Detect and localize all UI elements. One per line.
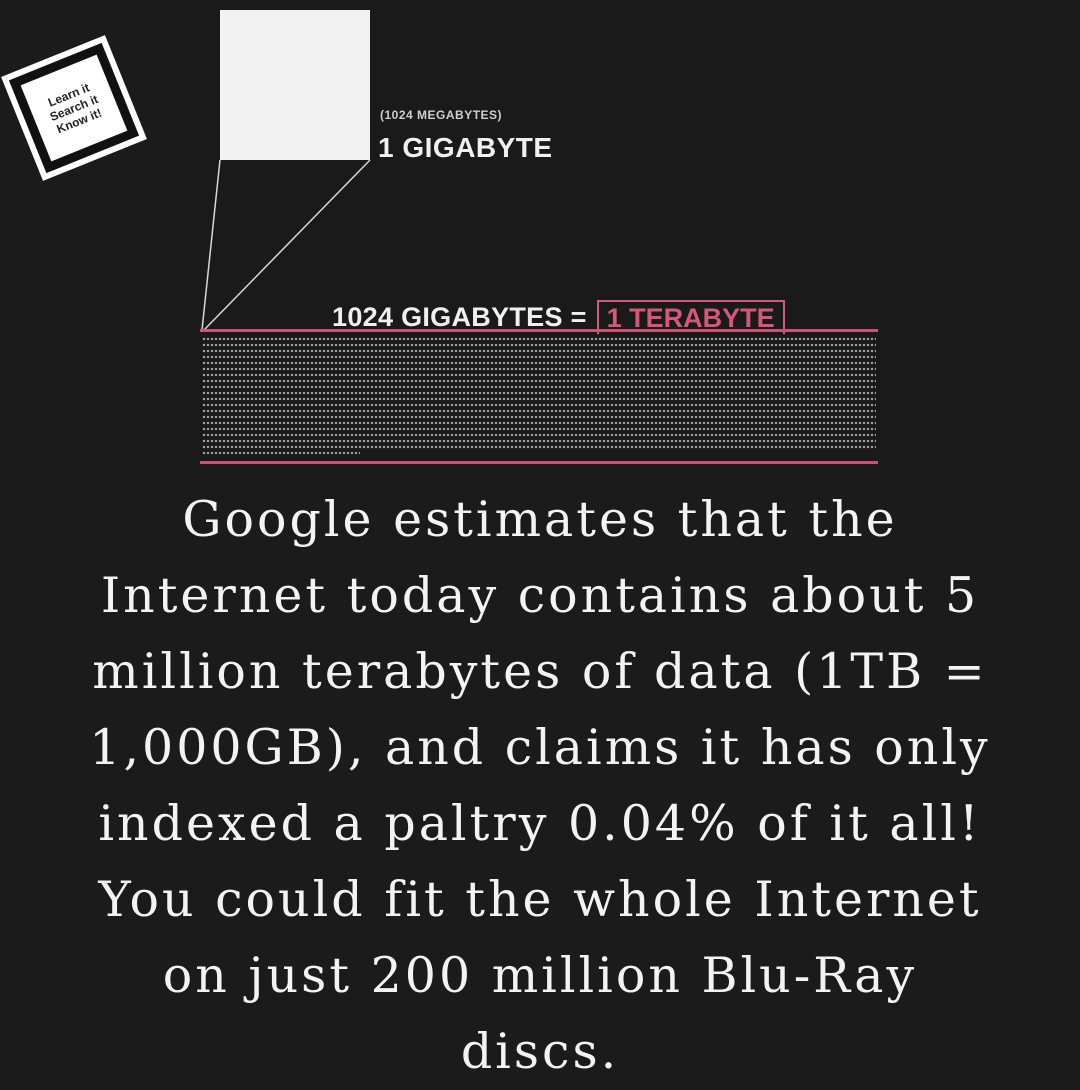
gigabyte-dot-grid <box>202 336 876 456</box>
gigabyte-square <box>220 10 370 160</box>
caption-line-5: indexed a paltry 0.04% of it all! <box>98 795 982 852</box>
storage-infographic: (1024 MEGABYTES) 1 GIGABYTE 1024 GIGABYT… <box>198 0 882 470</box>
top-divider <box>200 329 878 332</box>
caption-line-1: Google estimates that the <box>182 491 898 548</box>
caption-line-3: million terabytes of data (1TB = <box>92 643 988 700</box>
fact-caption: Google estimates that the Internet today… <box>30 482 1050 1090</box>
grid-remainder-mask <box>360 449 880 459</box>
logo-frame: Learn it Search it Know it! <box>8 42 140 174</box>
caption-line-8: discs. <box>460 1023 620 1080</box>
caption-line-7: on just 200 million Blu-Ray <box>162 947 918 1004</box>
gigabyte-label: 1 GIGABYTE <box>378 132 553 163</box>
logo: Learn it Search it Know it! <box>1 35 147 181</box>
gigabyte-subtitle: (1024 MEGABYTES) <box>380 108 503 122</box>
caption-line-4: 1,000GB), and claims it has only <box>89 719 991 776</box>
bottom-divider <box>200 461 878 464</box>
caption-line-6: You could fit the whole Internet <box>98 871 982 928</box>
equation-left: 1024 GIGABYTES = <box>332 301 587 332</box>
caption-line-2: Internet today contains about 5 <box>100 567 980 624</box>
